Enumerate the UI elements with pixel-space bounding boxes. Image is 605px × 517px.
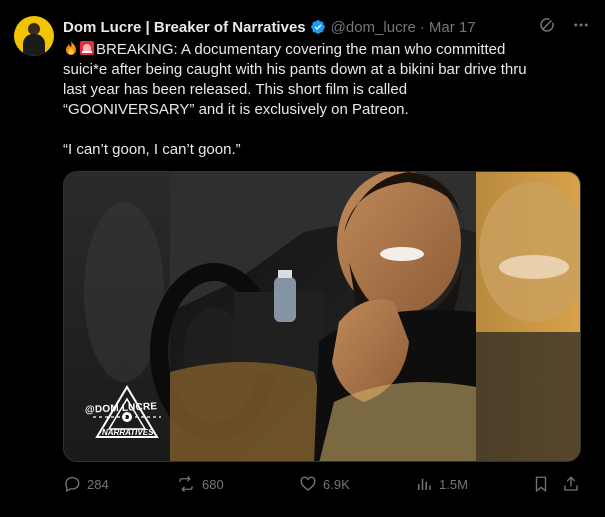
tweet-actions: 284 680 6.9K 1.5M — [63, 475, 583, 497]
tweet: Dom Lucre | Breaker of Narratives @dom_l… — [0, 0, 605, 517]
verified-badge-icon — [310, 20, 325, 34]
tweet-top-actions — [538, 16, 590, 34]
repost-count: 680 — [202, 476, 224, 492]
reply-icon — [65, 476, 80, 492]
author-name[interactable]: Dom Lucre | Breaker of Narratives — [63, 19, 306, 36]
avatar[interactable] — [14, 16, 54, 56]
like-button[interactable]: 6.9K — [299, 475, 350, 493]
like-icon — [300, 476, 316, 491]
tweet-date[interactable]: Mar 17 — [429, 19, 476, 36]
repost-button[interactable]: 680 — [176, 475, 224, 493]
grok-icon[interactable] — [538, 16, 556, 34]
video-frame — [64, 172, 580, 461]
like-count: 6.9K — [323, 476, 350, 492]
views-button[interactable]: 1.5M — [415, 475, 468, 493]
tweet-body: BREAKING: A documentary covering the man… — [63, 41, 527, 118]
watermark-subtext: NARRATIVES — [102, 428, 154, 437]
bookmark-icon — [535, 476, 547, 493]
tweet-quote: “I can’t goon, I can’t goon.” — [63, 141, 241, 158]
author-handle[interactable]: @dom_lucre — [331, 19, 416, 36]
more-icon[interactable] — [572, 16, 590, 34]
fire-emoji — [66, 41, 76, 55]
siren-emoji — [80, 41, 94, 55]
share-icon — [564, 476, 578, 491]
tweet-header: Dom Lucre | Breaker of Narratives @dom_l… — [63, 18, 476, 36]
reply-button[interactable]: 284 — [63, 475, 109, 493]
tweet-video[interactable] — [63, 171, 581, 462]
repost-icon — [179, 476, 193, 492]
views-count: 1.5M — [439, 476, 468, 492]
share-button[interactable] — [562, 475, 580, 493]
reply-count: 284 — [87, 476, 109, 492]
views-icon — [418, 478, 431, 490]
bookmark-button[interactable] — [532, 475, 550, 493]
tweet-text: BREAKING: A documentary covering the man… — [63, 40, 533, 160]
